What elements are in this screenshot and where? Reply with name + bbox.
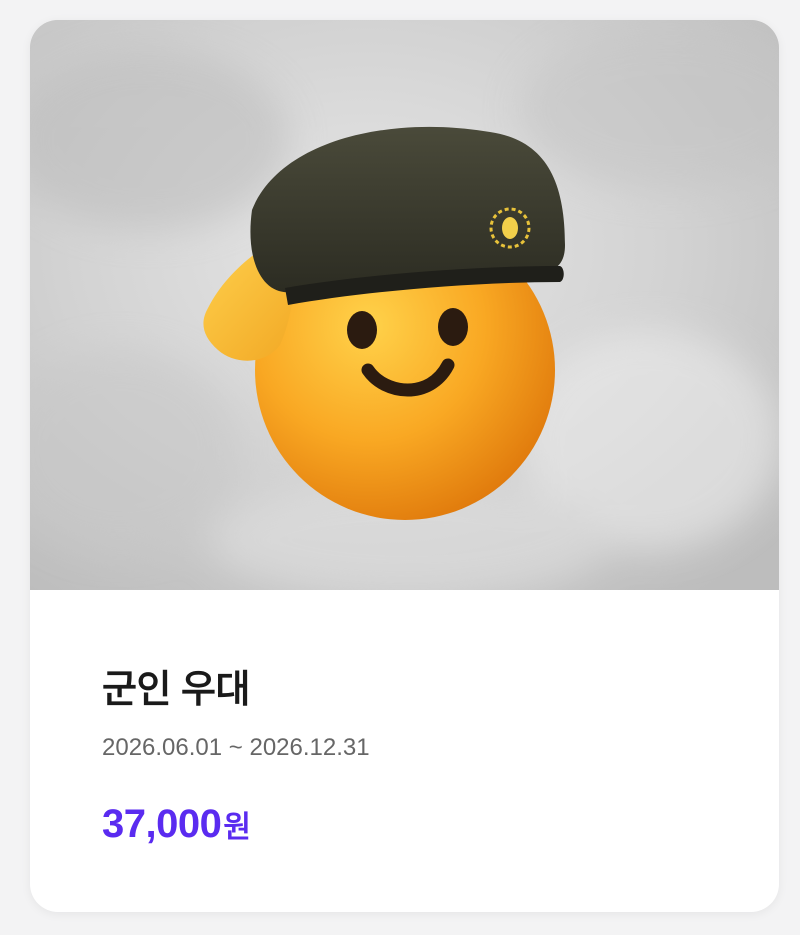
product-card[interactable]: 군인 우대 2026.06.01 ~ 2026.12.31 37,000원 (30, 20, 779, 912)
product-title: 군인 우대 (102, 669, 250, 711)
validity-period: 2026.06.01 ~ 2026.12.31 (102, 734, 370, 761)
product-info: 군인 우대 2026.06.01 ~ 2026.12.31 37,000원 (30, 590, 779, 912)
saluting-smiley-beret-icon (30, 20, 779, 590)
price-amount: 37,000 (102, 802, 222, 846)
price-unit: 원 (223, 811, 251, 844)
price: 37,000원 (102, 802, 251, 847)
product-image (30, 20, 779, 590)
